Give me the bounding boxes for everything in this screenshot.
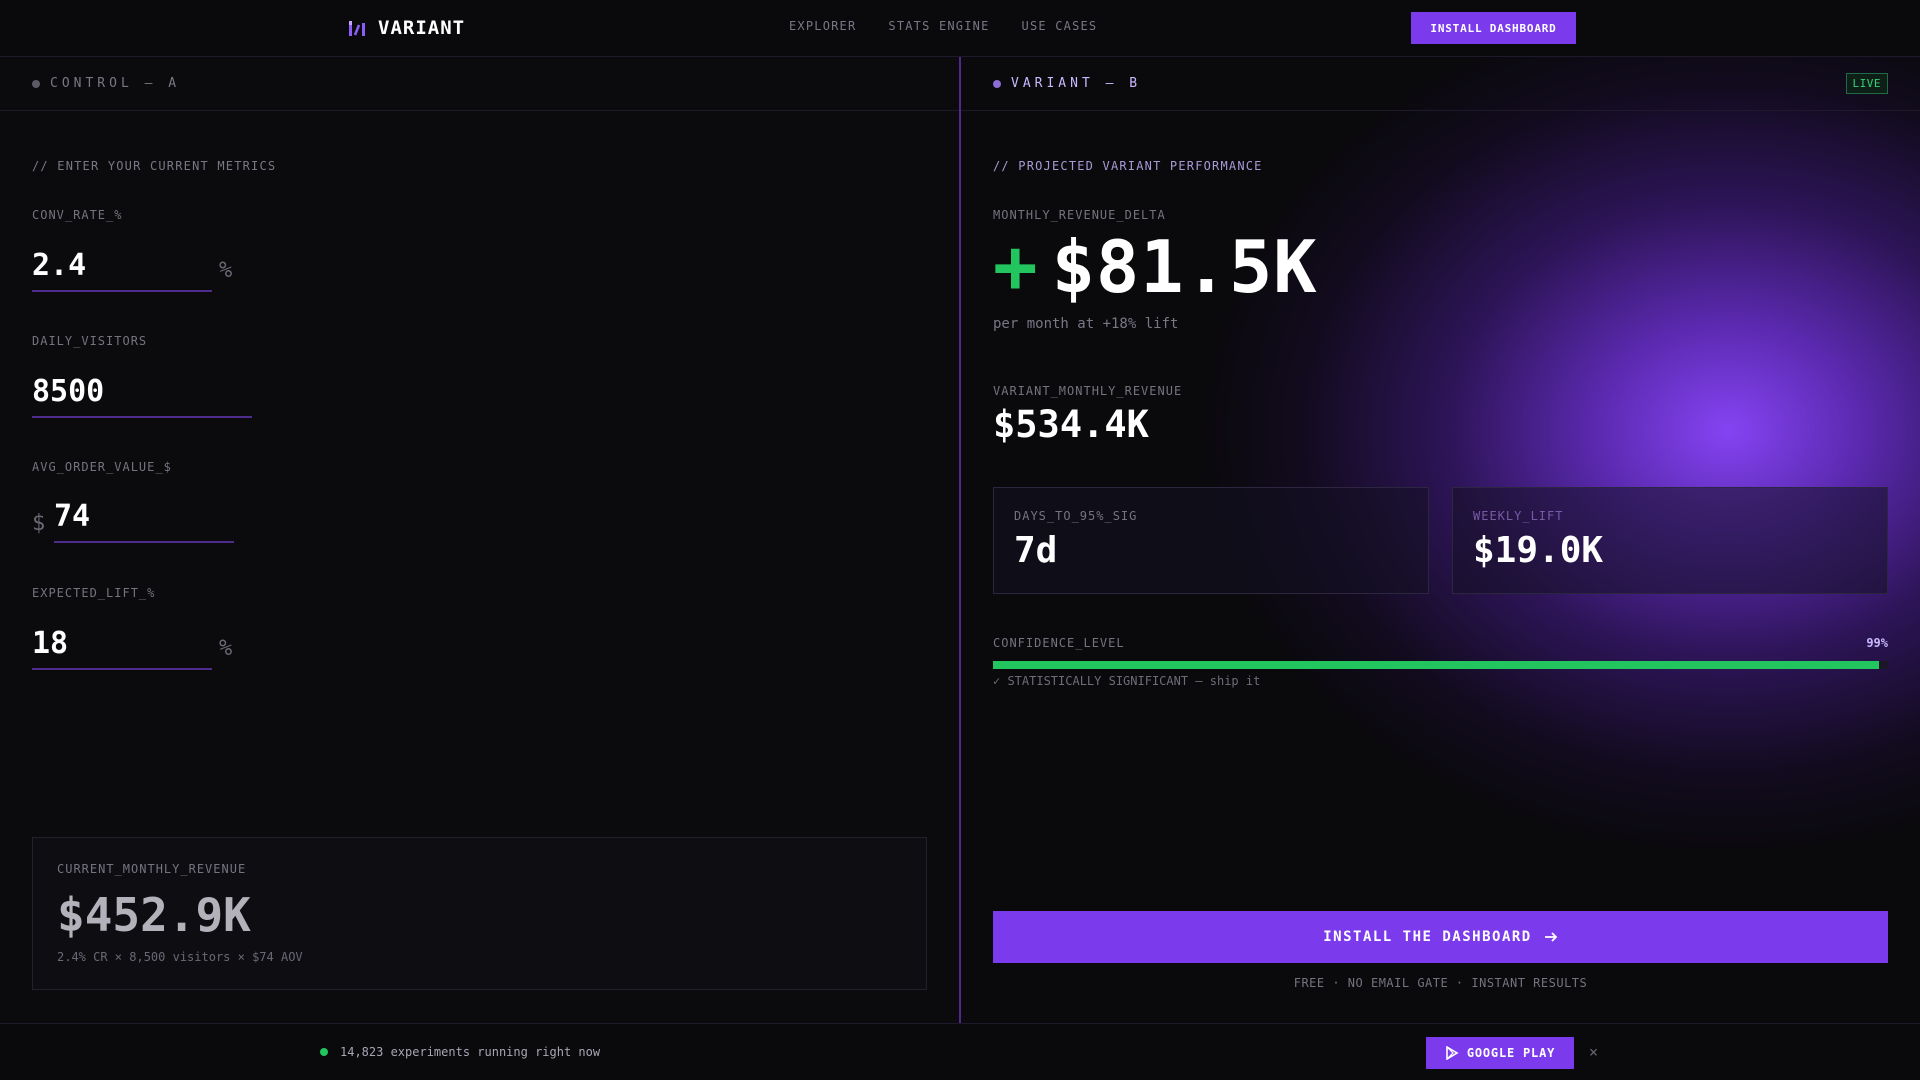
expected-lift-input[interactable] (32, 618, 212, 670)
control-title: CONTROL — A (50, 76, 181, 91)
status-dot (320, 1048, 328, 1056)
variant-comment: // PROJECTED VARIANT PERFORMANCE (993, 159, 1263, 173)
aov-label: AVG_ORDER_VALUE_$ (32, 460, 172, 474)
cta-note: FREE · NO EMAIL GATE · INSTANT RESULTS (1293, 976, 1588, 990)
current-revenue-formula: 2.4% CR × 8,500 visitors × $74 AOV (57, 950, 303, 964)
confidence-bar-fill (993, 661, 1880, 669)
brand-name: VARIANT (378, 17, 466, 39)
install-dashboard-button[interactable]: INSTALL DASHBOARD (1411, 12, 1576, 44)
install-the-dashboard-button[interactable]: INSTALL THE DASHBOARD (993, 911, 1888, 963)
conv-rate-input[interactable] (32, 240, 212, 292)
live-badge: LIVE (1845, 73, 1888, 94)
control-header: CONTROL — A (0, 57, 959, 111)
aov-currency: $ (32, 511, 46, 536)
delta-value: $81.5K (1051, 225, 1318, 309)
expected-lift-unit: % (219, 636, 233, 661)
confidence-percent: 99% (1866, 636, 1888, 650)
variant-title: VARIANT — B (1011, 76, 1142, 91)
conv-rate-label: CONV_RATE_% (32, 208, 123, 222)
delta-subtext: per month at +18% lift (993, 316, 1179, 332)
main-nav: EXPLORER STATS ENGINE USE CASES (789, 19, 1097, 33)
bottom-bar: 14,823 experiments running right now GOO… (0, 1023, 1920, 1080)
arrow-right-icon (1544, 932, 1558, 942)
daily-visitors-input[interactable] (32, 366, 252, 418)
experiments-status: 14,823 experiments running right now (320, 1045, 600, 1059)
play-store-icon (1446, 1046, 1459, 1060)
control-comment: // ENTER YOUR CURRENT METRICS (32, 159, 277, 173)
brand[interactable]: VARIANT (348, 15, 465, 41)
weekly-lift-card: WEEKLY_LIFT $19.0K (1452, 487, 1888, 594)
delta-sign: + (993, 224, 1038, 310)
nav-stats-engine[interactable]: STATS ENGINE (888, 19, 989, 33)
cta-label: INSTALL THE DASHBOARD (1323, 929, 1532, 945)
current-revenue-label: CURRENT_MONTHLY_REVENUE (57, 862, 247, 876)
google-play-label: GOOGLE PLAY (1466, 1046, 1556, 1060)
delta-label: MONTHLY_REVENUE_DELTA (993, 208, 1166, 222)
delta-row: + $81.5K (993, 230, 1318, 304)
current-revenue-card: CURRENT_MONTHLY_REVENUE $452.9K 2.4% CR … (32, 837, 927, 990)
control-dot (32, 79, 40, 88)
confidence-label: CONFIDENCE_LEVEL (993, 636, 1125, 650)
nav-use-cases[interactable]: USE CASES (1022, 19, 1098, 33)
confidence-note: ✓ STATISTICALLY SIGNIFICANT — ship it (993, 674, 1261, 688)
variant-monthly-label: VARIANT_MONTHLY_REVENUE (993, 384, 1183, 398)
days-to-sig-card: DAYS_TO_95%_SIG 7d (993, 487, 1429, 594)
close-icon[interactable]: × (1589, 1043, 1598, 1061)
variant-monthly-value: $534.4K (993, 403, 1149, 446)
expected-lift-label: EXPECTED_LIFT_% (32, 586, 156, 600)
nav-explorer[interactable]: EXPLORER (789, 19, 856, 33)
days-to-sig-value: 7d (1014, 530, 1058, 571)
conv-rate-unit: % (219, 258, 233, 283)
weekly-lift-value: $19.0K (1473, 530, 1604, 571)
current-revenue-value: $452.9K (57, 888, 251, 942)
days-to-sig-label: DAYS_TO_95%_SIG (1014, 509, 1138, 523)
top-bar: VARIANT EXPLORER STATS ENGINE USE CASES … (0, 0, 1920, 57)
aov-input[interactable] (54, 491, 234, 543)
panel-divider (959, 57, 961, 1023)
variant-dot (993, 79, 1001, 88)
variant-header: VARIANT — B LIVE (961, 57, 1920, 111)
status-text: 14,823 experiments running right now (340, 1045, 601, 1059)
confidence-bar (993, 661, 1888, 669)
weekly-lift-label: WEEKLY_LIFT (1473, 509, 1564, 523)
google-play-button[interactable]: GOOGLE PLAY (1426, 1037, 1574, 1069)
bar-chart-icon (349, 21, 365, 36)
daily-visitors-label: DAILY_VISITORS (32, 334, 148, 348)
